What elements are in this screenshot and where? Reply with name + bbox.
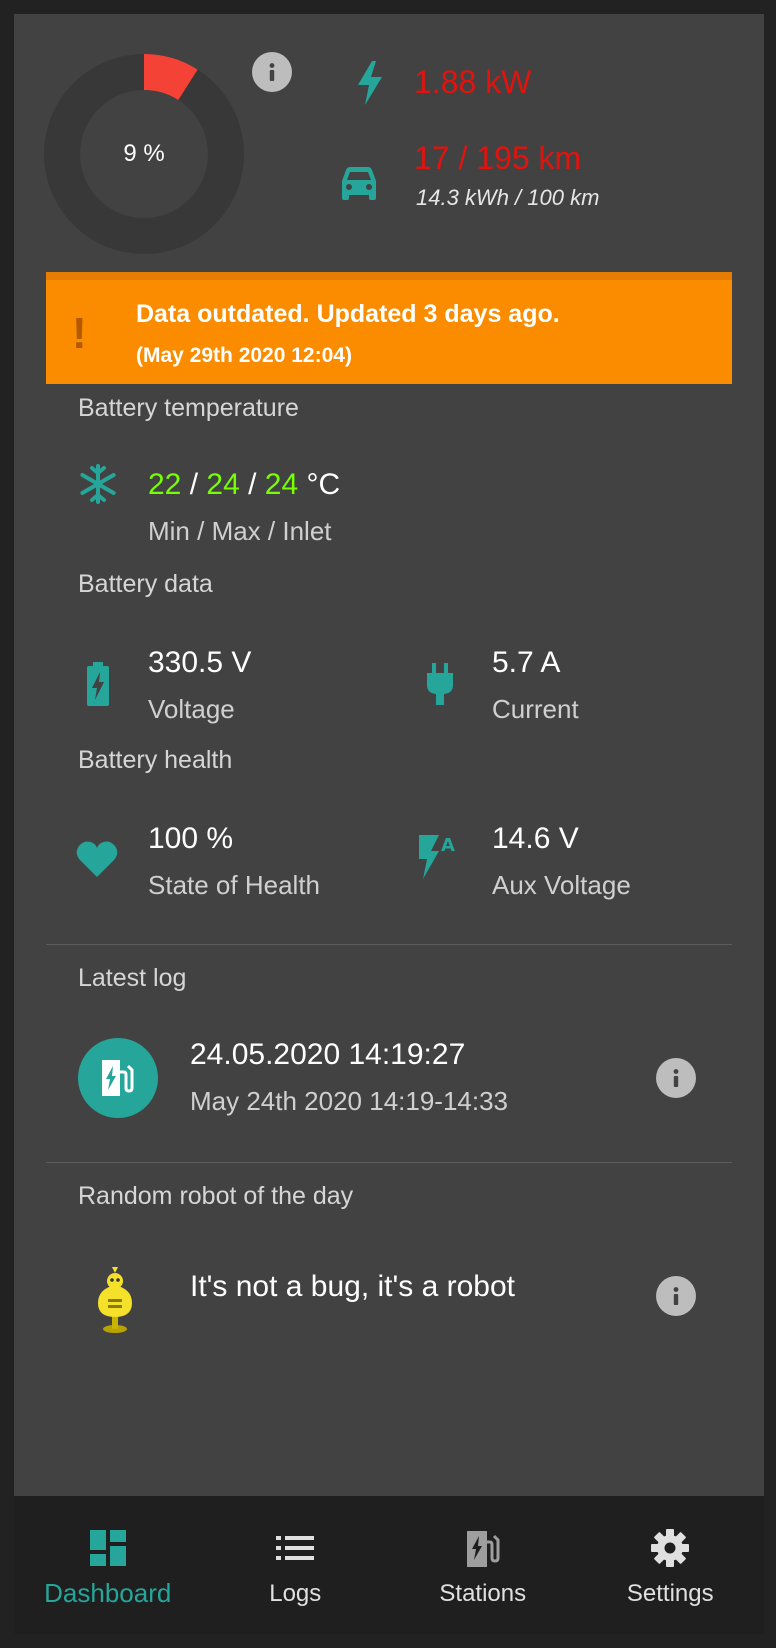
current-label: Current — [492, 694, 579, 724]
lightning-icon — [350, 60, 390, 106]
aux-voltage-icon: A — [414, 832, 464, 882]
nav-settings-label: Settings — [626, 1580, 714, 1607]
soc-gauge: 9 % — [44, 54, 244, 254]
temp-unit: °C — [298, 468, 341, 501]
aux-voltage-label: Aux Voltage — [492, 870, 631, 900]
battery-temperature-title: Battery temperature — [78, 394, 299, 422]
nav-settings[interactable]: Settings — [577, 1496, 765, 1634]
soh-label: State of Health — [148, 870, 320, 900]
latest-log-range: May 24th 2020 14:19-14:33 — [190, 1086, 509, 1116]
temp-min: 22 — [148, 468, 182, 501]
temp-sep-1: / — [181, 468, 207, 501]
battery-data-title: Battery data — [78, 570, 213, 598]
aux-voltage-value: 14.6 V — [492, 822, 579, 855]
ev-station-icon — [389, 1528, 577, 1568]
voltage-value: 330.5 V — [148, 646, 252, 679]
outdated-warning-banner: ! Data outdated. Updated 3 days ago. (Ma… — [46, 272, 732, 384]
ev-station-icon — [102, 1060, 134, 1096]
latest-log-icon-button[interactable] — [78, 1038, 158, 1118]
nav-dashboard[interactable]: Dashboard — [14, 1496, 202, 1634]
robot-title: Random robot of the day — [78, 1182, 354, 1210]
nav-dashboard-label: Dashboard — [44, 1578, 172, 1608]
soc-label: 9 % — [123, 140, 165, 167]
snowflake-icon — [76, 462, 120, 506]
temp-max: 24 — [206, 468, 240, 501]
gear-icon — [577, 1528, 765, 1568]
warning-icon: ! — [72, 309, 87, 358]
robot-caption: It's not a bug, it's a robot — [190, 1270, 515, 1303]
soc-info-button[interactable] — [252, 52, 292, 92]
warning-timestamp: (May 29th 2020 12:04) — [136, 344, 352, 367]
warning-title: Data outdated. Updated 3 days ago. — [136, 300, 560, 328]
dashboard-card: 9 % 1.88 kW 17 / 195 km 14.3 kWh / 100 k… — [14, 14, 764, 1496]
latest-log-info-button[interactable] — [656, 1058, 696, 1098]
nav-logs[interactable]: Logs — [202, 1496, 390, 1634]
info-icon — [673, 1069, 679, 1087]
robot-info-button[interactable] — [656, 1276, 696, 1316]
divider — [46, 944, 732, 945]
latest-log-datetime: 24.05.2020 14:19:27 — [190, 1038, 466, 1071]
bottom-navigation: Dashboard Logs Stations Settings — [14, 1496, 764, 1634]
consumption-value: 14.3 kWh / 100 km — [416, 185, 600, 210]
voltage-label: Voltage — [148, 694, 235, 724]
range-value: 17 / 195 km — [414, 140, 582, 176]
plug-icon — [422, 660, 458, 708]
temperature-values: 22 / 24 / 24 °C — [148, 468, 340, 502]
info-icon — [269, 63, 275, 81]
temp-sep-2: / — [239, 468, 265, 501]
robot-icon — [86, 1264, 144, 1336]
soh-value: 100 % — [148, 822, 234, 855]
svg-text:A: A — [441, 835, 455, 856]
divider — [46, 1162, 732, 1163]
latest-log-title: Latest log — [78, 964, 187, 992]
dashboard-icon — [14, 1528, 202, 1568]
list-icon — [202, 1528, 390, 1568]
car-icon — [336, 164, 382, 204]
nav-logs-label: Logs — [269, 1580, 322, 1607]
battery-charging-icon — [80, 660, 116, 708]
power-value: 1.88 kW — [414, 64, 532, 100]
nav-stations-label: Stations — [439, 1580, 527, 1607]
temperature-label: Min / Max / Inlet — [148, 516, 332, 546]
current-value: 5.7 A — [492, 646, 561, 679]
battery-health-title: Battery health — [78, 746, 233, 774]
heart-icon — [74, 836, 120, 880]
nav-stations[interactable]: Stations — [389, 1496, 577, 1634]
info-icon — [673, 1287, 679, 1305]
temp-inlet: 24 — [264, 468, 299, 501]
